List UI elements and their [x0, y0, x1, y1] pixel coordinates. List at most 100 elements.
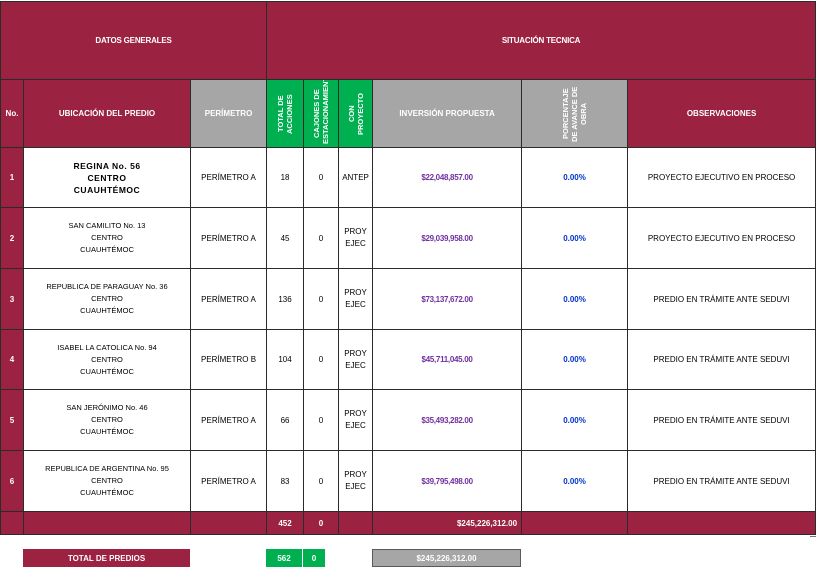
avance-cell: 0.00% [521, 329, 629, 390]
summary-acciones: 562 [266, 549, 302, 567]
perimetro-cell: PERÍMETRO A [189, 389, 268, 451]
con-proyecto-label: CON PROYECTO [346, 92, 365, 135]
proyecto-cell: ANTEP [338, 147, 374, 208]
inversion-cell: $22,048,857.00 [372, 147, 523, 208]
proyecto-line2: EJEC [345, 360, 366, 370]
avance-cell: 0.00% [521, 450, 629, 512]
totals-empty-perimetro [189, 511, 268, 535]
total-inversion: $245,226,312.00 [372, 511, 523, 535]
total-predios-label: TOTAL DE PREDIOS [23, 549, 190, 567]
cajones-cell: 0 [303, 207, 340, 269]
col-header-inversion: INVERSIÓN PROPUESTA [372, 79, 523, 148]
proyecto-cell: PROY EJEC [338, 329, 374, 390]
inversion-cell: $39,795,498.00 [372, 450, 523, 512]
page-break-mark [810, 536, 816, 538]
proyecto-line1: PROY [344, 227, 367, 236]
inversion-cell: $45,711,045.00 [372, 329, 523, 390]
col-header-ubicacion: UBICACIÓN DEL PREDIO [23, 79, 191, 148]
alcaldia: CUAUHTÉMOC [73, 184, 141, 195]
alcaldia: CUAUHTÉMOC [80, 427, 134, 436]
colonia: CENTRO [91, 354, 123, 364]
inversion-cell: $29,039,958.00 [372, 207, 523, 269]
acciones-cell: 83 [266, 450, 305, 512]
col-header-no: No. [0, 79, 24, 148]
street: SAN CAMILITO No. 13 [68, 221, 146, 230]
acciones-cell: 66 [266, 389, 305, 451]
ubicacion-cell: ISABEL LA CATOLICA No. 94 CENTRO CUAUHTÉMO… [23, 329, 191, 390]
acciones-cell: 45 [266, 207, 305, 269]
table-row: 1 REGINA No. 56 CENTRO CUAUHTÉMOC PERÍMETR… [0, 147, 816, 208]
proyecto-line2: EJEC [345, 421, 366, 430]
proyecto-line2: EJEC [345, 239, 366, 248]
totals-empty-proyecto [338, 511, 374, 535]
perimetro-cell: PERÍMETRO B [189, 329, 268, 390]
observaciones-cell: PROYECTO EJECUTIVO EN PROCESO [627, 207, 816, 269]
col-header-total-acciones: TOTAL DE ACCIONES [266, 79, 305, 148]
colonia: CENTRO [91, 476, 123, 485]
inversion-cell: $35,493,282.00 [372, 389, 523, 451]
table-row: 2 SAN CAMILITO No. 13 CENTRO CUAUHTÉMOC PE… [0, 207, 816, 269]
total-cajones: 0 [303, 511, 340, 535]
spreadsheet: DATOS GENERALES SITUACIÓN TECNICA No. UB… [0, 0, 816, 569]
proyecto-line1: ANTEP [342, 172, 369, 182]
observaciones-cell: PREDIO EN TRÁMITE ANTE SEDUVI [627, 268, 816, 330]
cajones-cell: 0 [303, 268, 340, 330]
ubicacion-cell: REGINA No. 56 CENTRO CUAUHTÉMOC [23, 147, 191, 208]
ubicacion-cell: REPUBLICA DE PARAGUAY No. 36 CENTRO CUAUHT… [23, 268, 191, 330]
table-row: 6 REPUBLICA DE ARGENTINA No. 95 CENTRO CUA… [0, 450, 816, 512]
row-number: 1 [0, 147, 24, 208]
cajones-cell: 0 [303, 329, 340, 390]
predios-table: DATOS GENERALES SITUACIÓN TECNICA No. UB… [0, 1, 816, 535]
summary-cajones: 0 [303, 549, 325, 567]
ubicacion-cell: SAN CAMILITO No. 13 CENTRO CUAUHTÉMOC [23, 207, 191, 269]
proyecto-line2: EJEC [345, 482, 366, 491]
proyecto-line1: PROY [344, 470, 367, 479]
col-header-con-proyecto: CON PROYECTO [338, 79, 374, 148]
observaciones-cell: PREDIO EN TRÁMITE ANTE SEDUVI [627, 389, 816, 451]
alcaldia: CUAUHTÉMOC [80, 366, 134, 376]
colonia: CENTRO [91, 415, 123, 424]
cajones-cell: 0 [303, 389, 340, 451]
inversion-cell: $73,137,672.00 [372, 268, 523, 330]
proyecto-cell: PROY EJEC [338, 268, 374, 330]
table-row: 4 ISABEL LA CATOLICA No. 94 CENTRO CUAUHTÉ… [0, 329, 816, 390]
proyecto-cell: PROY EJEC [338, 450, 374, 512]
colonia: CENTRO [87, 172, 127, 183]
proyecto-line1: PROY [344, 348, 367, 358]
totals-empty-no [0, 511, 24, 535]
col-header-cajones: CAJONES DE ESTACIONAMIENTO [303, 79, 340, 148]
acciones-cell: 18 [266, 147, 305, 208]
totals-empty-avance [521, 511, 629, 535]
header-situacion-tecnica: SITUACIÓN TECNICA [266, 1, 816, 80]
header-datos-generales: DATOS GENERALES [0, 1, 268, 80]
totals-row: 452 0 $245,226,312.00 [0, 511, 816, 535]
observaciones-cell: PREDIO EN TRÁMITE ANTE SEDUVI [627, 329, 816, 390]
totals-empty-ubicacion [23, 511, 191, 535]
alcaldia: CUAUHTÉMOC [80, 245, 134, 254]
acciones-cell: 104 [266, 329, 305, 390]
ubicacion-cell: REPUBLICA DE ARGENTINA No. 95 CENTRO CUAUH… [23, 450, 191, 512]
acciones-cell: 136 [266, 268, 305, 330]
avance-cell: 0.00% [521, 389, 629, 451]
row-number: 4 [0, 329, 24, 390]
col-header-porcentaje: PORCENTAJE DE AVANCE DE OBRA [521, 79, 629, 148]
avance-cell: 0.00% [521, 268, 629, 330]
street: REGINA No. 56 [73, 160, 141, 171]
perimetro-cell: PERÍMETRO A [189, 268, 268, 330]
alcaldia: CUAUHTÉMOC [80, 306, 134, 315]
proyecto-cell: PROY EJEC [338, 207, 374, 269]
perimetro-cell: PERÍMETRO A [189, 450, 268, 512]
row-number: 3 [0, 268, 24, 330]
perimetro-cell: PERÍMETRO A [189, 147, 268, 208]
row-number: 2 [0, 207, 24, 269]
table-row: 3 REPUBLICA DE PARAGUAY No. 36 CENTRO CUAU… [0, 268, 816, 330]
row-number: 6 [0, 450, 24, 512]
street: SAN JERÓNIMO No. 46 [66, 403, 148, 412]
street: ISABEL LA CATOLICA No. 94 [57, 342, 157, 352]
street: REPUBLICA DE PARAGUAY No. 36 [46, 282, 168, 291]
total-acciones-label: TOTAL DE ACCIONES [276, 93, 295, 134]
street: REPUBLICA DE ARGENTINA No. 95 [45, 464, 169, 473]
total-acciones: 452 [266, 511, 305, 535]
observaciones-cell: PREDIO EN TRÁMITE ANTE SEDUVI [627, 450, 816, 512]
table-row: 5 SAN JERÓNIMO No. 46 CENTRO CUAUHTÉMOC PE… [0, 389, 816, 451]
